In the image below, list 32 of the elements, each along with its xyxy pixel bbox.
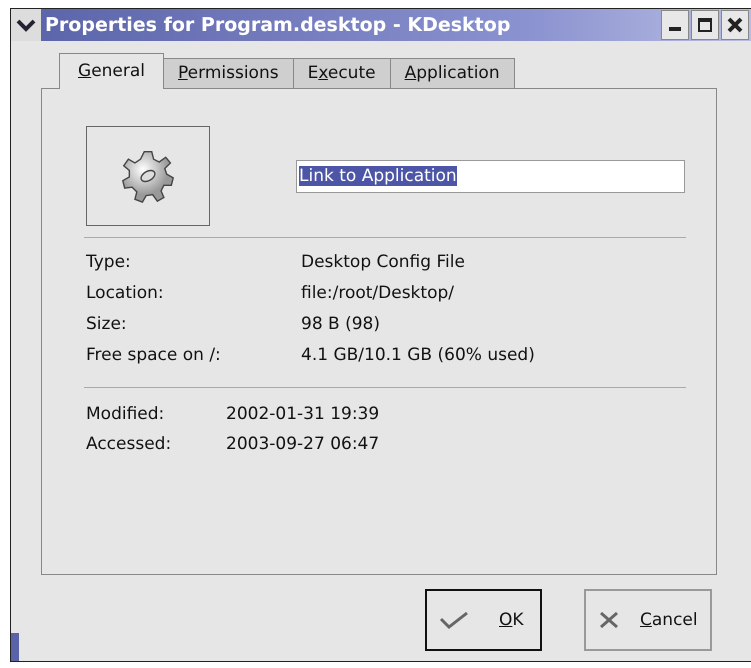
tab[interactable]: General bbox=[59, 53, 164, 89]
tab[interactable]: Execute bbox=[292, 58, 391, 88]
info-label: Location: bbox=[86, 282, 165, 304]
chevron-icon[interactable] bbox=[11, 9, 41, 41]
ok-button[interactable]: OK bbox=[425, 589, 542, 651]
tab[interactable]: Application bbox=[390, 58, 515, 88]
info-value: 4.1 GB/10.1 GB (60% used) bbox=[301, 344, 536, 366]
info-label: Free space on /: bbox=[86, 344, 222, 366]
maximize-icon bbox=[695, 15, 715, 35]
close-icon bbox=[725, 15, 745, 35]
maximize-button[interactable] bbox=[691, 10, 719, 40]
time-value: 2002-01-31 19:39 bbox=[226, 403, 380, 425]
window-corner bbox=[11, 633, 19, 661]
info-value: Desktop Config File bbox=[301, 251, 466, 273]
window-title: Properties for Program.desktop - KDesktop bbox=[44, 14, 512, 36]
name-field[interactable]: Link to Application bbox=[296, 160, 685, 192]
cancel-button[interactable]: Cancel bbox=[584, 589, 712, 651]
info-value: 98 B (98) bbox=[301, 313, 381, 335]
info-label: Size: bbox=[86, 313, 128, 335]
checkmark-icon bbox=[439, 610, 469, 630]
time-label: Accessed: bbox=[86, 433, 172, 455]
cross-icon bbox=[598, 610, 620, 630]
minimize-button[interactable] bbox=[661, 10, 689, 40]
minimize-icon bbox=[669, 27, 681, 31]
close-button[interactable] bbox=[721, 10, 749, 40]
time-value: 2003-09-27 06:47 bbox=[226, 433, 380, 455]
icon-button[interactable] bbox=[86, 126, 210, 226]
info-label: Type: bbox=[86, 251, 132, 273]
time-label: Modified: bbox=[86, 403, 166, 425]
tab[interactable]: Permissions bbox=[163, 58, 294, 88]
gear-icon bbox=[120, 148, 176, 204]
info-value: file:/root/Desktop/ bbox=[301, 282, 455, 304]
